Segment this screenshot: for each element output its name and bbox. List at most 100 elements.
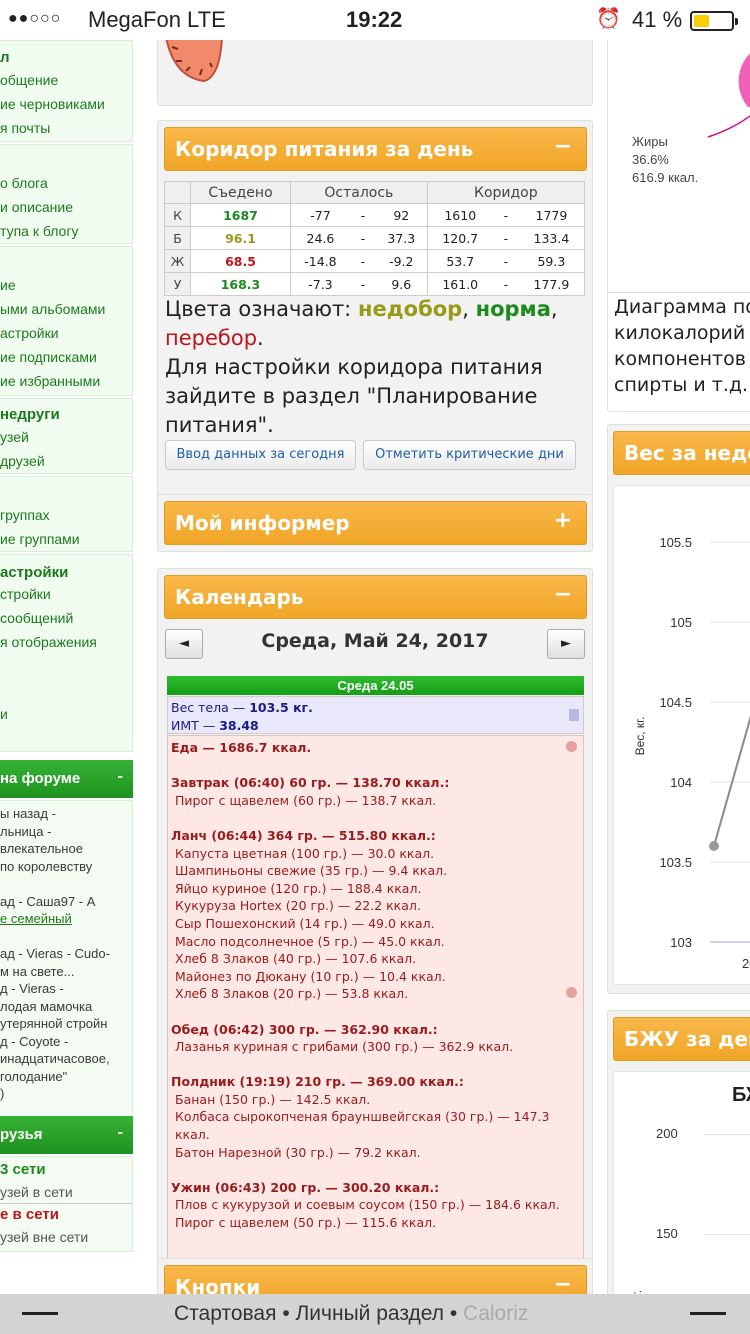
apple-icon	[566, 987, 577, 998]
food-item[interactable]: Шампиньоны свежие (35 гр.) — 9.4 ккал.	[171, 862, 580, 880]
clock: 19:22	[346, 7, 403, 32]
weight-point[interactable]	[709, 841, 719, 851]
crumb-home[interactable]: Стартовая	[174, 1302, 276, 1325]
eaten-value: 1687	[190, 203, 291, 227]
sidebar-item-1[interactable]: общение	[0, 72, 58, 88]
offline-friends[interactable]: узей вне сети	[0, 1226, 132, 1248]
dash: -	[349, 272, 376, 296]
bju-chart: БЖ 200 150 г.	[613, 1071, 750, 1311]
sidebar-item-s3[interactable]: астройки	[0, 325, 59, 341]
row-key: У	[164, 272, 191, 296]
weight-chart-svg: 105.5 105 104.5 104 103.5 103 Вес, кг. 20	[633, 535, 750, 971]
sidebar-item-g1[interactable]: группах	[0, 507, 50, 523]
food-item[interactable]: Сыр Пошехонский (14 гр.) — 49.0 ккал.	[171, 915, 580, 933]
forum-link[interactable]: е семейный	[0, 910, 132, 928]
sidebar-item-3[interactable]: я почты	[0, 120, 50, 136]
y-tick-label: 103	[670, 935, 692, 950]
online-friends[interactable]: узей в сети	[0, 1181, 132, 1204]
col-left: Осталось	[290, 181, 428, 204]
sidebar-item-0[interactable]: л	[0, 49, 10, 66]
meal-title: Полдник (19:19) 210 гр. — 369.00 ккал.:	[171, 1074, 464, 1090]
fat-kcal: 616.9 ккал.	[632, 170, 699, 185]
prev-day-button[interactable]: ◄	[165, 629, 203, 659]
y-tick-label: 104.5	[659, 695, 692, 710]
food-item[interactable]: Пирог с щавелем (60 гр.) — 138.7 ккал.	[171, 792, 580, 810]
meal-title: Ужин (06:43) 200 гр. — 300.20 ккал.:	[171, 1179, 440, 1195]
sidebar-item-s5[interactable]: ие избранными	[0, 373, 100, 389]
friends-collapse-icon[interactable]: -	[118, 1124, 123, 1142]
expand-icon[interactable]: +	[554, 508, 572, 533]
dash: -	[492, 249, 519, 273]
menu-left-icon[interactable]	[22, 1312, 58, 1315]
left-to: 92	[375, 203, 428, 227]
meal-list: Завтрак (06:40) 60 гр. — 138.70 ккал.: Пи…	[171, 774, 580, 1231]
forum-title: на форуме	[0, 770, 81, 787]
calendar-header[interactable]: Календарь −	[164, 575, 587, 619]
crumb-personal[interactable]: Личный раздел	[296, 1302, 445, 1325]
sidebar-item-p4[interactable]: и	[0, 706, 8, 722]
food-item[interactable]: Майонез по Дюкану (10 гр.) — 10.4 ккал.	[171, 968, 580, 986]
mark-critical-days-button[interactable]: Отметить критические дни	[363, 440, 576, 470]
friends-header[interactable]: рузья -	[0, 1116, 133, 1154]
sidebar-item-s1[interactable]: ие	[0, 277, 16, 293]
bju-panel: БЖУ за дени БЖ 200 150 г.	[607, 1010, 750, 1311]
legend-over: перебор	[165, 326, 258, 350]
row-key: Ж	[164, 249, 191, 273]
food-item[interactable]: Хлеб 8 Злаков (20 гр.) — 53.8 ккал.	[171, 985, 580, 1003]
forum-header[interactable]: на форуме -	[0, 760, 133, 798]
corridor-row: К 1687 -77-92 1610-1779	[164, 203, 585, 227]
sidebar-item-g2[interactable]: ие группами	[0, 531, 80, 547]
menu-right-icon[interactable]	[690, 1312, 726, 1315]
sidebar-item-s2[interactable]: ыми альбомами	[0, 301, 105, 317]
collapse-icon[interactable]: −	[554, 134, 572, 159]
crumb-site[interactable]: Caloriz	[463, 1302, 528, 1325]
legend-dot: .	[257, 326, 264, 350]
sidebar-item-blog-1[interactable]: о блога	[0, 175, 48, 191]
forum-line: ад - Vieras - Cudo-	[0, 946, 110, 961]
dash: -	[492, 226, 519, 250]
legend-instructions: Для настройки коридора питания зайдите в…	[165, 355, 543, 437]
food-item[interactable]: Лазанья куриная с грибами (300 гр.) — 36…	[171, 1038, 580, 1056]
calendar-collapse-icon[interactable]: −	[554, 582, 572, 607]
food-item[interactable]: Капуста цветная (100 гр.) — 30.0 ккал.	[171, 845, 580, 863]
food-item[interactable]: Плов с кукурузой и соевым соусом (150 гр…	[171, 1196, 580, 1214]
sidebar-item-blog-2[interactable]: и описание	[0, 199, 73, 215]
corridor-header[interactable]: Коридор питания за день −	[164, 127, 587, 171]
food-item[interactable]: Банан (150 гр.) — 142.5 ккал.	[171, 1091, 580, 1109]
sidebar-item-blog-3[interactable]: тупа к блогу	[0, 223, 78, 239]
weight-chart: 105.5 105 104.5 104 103.5 103 Вес, кг. 20	[613, 485, 750, 985]
food-item[interactable]: Пирог с щавелем (50 гр.) — 115.6 ккал.	[171, 1214, 580, 1232]
col-corridor: Коридор	[426, 181, 586, 204]
bju-tick: 200	[656, 1126, 678, 1141]
enter-today-button[interactable]: Ввод данных за сегодня	[165, 440, 356, 470]
food-item[interactable]: Колбаса сырокопченая браунш­вейгская (30…	[171, 1108, 580, 1143]
food-item[interactable]: Хлеб 8 Злаков (40 гр.) — 107.6 ккал.	[171, 950, 580, 968]
sidebar-item-p2[interactable]: сообщений	[0, 610, 73, 626]
sidebar-item-2[interactable]: ие черновиками	[0, 96, 105, 112]
corridor-title: Коридор питания за день	[175, 137, 474, 161]
sidebar-item-f1[interactable]: узей	[0, 429, 29, 445]
next-day-button[interactable]: ►	[547, 629, 585, 659]
col-eaten: Съедено	[190, 181, 291, 204]
sidebar-item-s4[interactable]: ие подписками	[0, 349, 97, 365]
bju-header[interactable]: БЖУ за дени	[613, 1017, 750, 1061]
body-stats: Вес тела — 103.5 кг. ИМТ — 38.48	[167, 696, 584, 734]
left-from: -14.8	[289, 249, 350, 273]
forum-collapse-icon[interactable]: -	[118, 768, 123, 786]
pie-leader-line	[707, 114, 750, 138]
scale-icon	[569, 709, 579, 721]
food-item[interactable]: Масло подсолнечное (5 гр.) — 45.0 ккал.	[171, 933, 580, 951]
sidebar-item-p1[interactable]: стройки	[0, 586, 51, 602]
weight-header[interactable]: Вес за неде	[613, 431, 750, 475]
pie-chart	[707, 53, 750, 138]
sidebar-item-f2[interactable]: друзей	[0, 453, 45, 469]
dash: -	[349, 226, 376, 250]
food-item[interactable]: Яйцо куриное (120 гр.) — 188.4 ккал.	[171, 880, 580, 898]
friends-list: 3 сети узей в сети е в сети узей вне сет…	[0, 1156, 133, 1252]
food-item[interactable]: Батон Нарезной (30 гр.) — 79.2 ккал.	[171, 1144, 580, 1162]
fat-label: Жиры	[632, 134, 668, 149]
food-item[interactable]: Кукуруза Hortex (20 гр.) — 22.2 ккал.	[171, 897, 580, 915]
sidebar-item-p3[interactable]: я отображения	[0, 634, 97, 650]
informer-header[interactable]: Мой информер +	[164, 501, 587, 545]
forum-list: ы назад - льница - влекательное по корол…	[0, 800, 133, 1150]
